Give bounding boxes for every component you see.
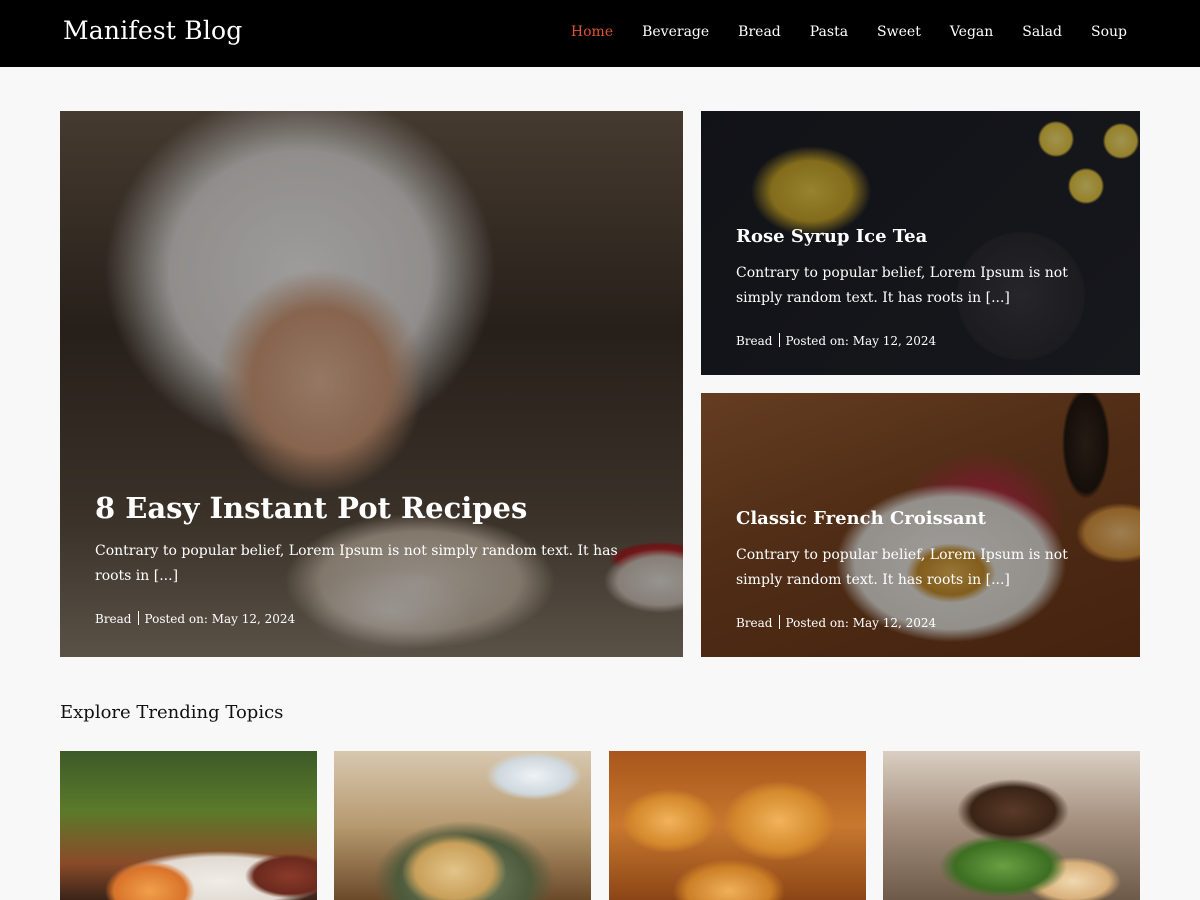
site-title[interactable]: Manifest Blog — [63, 16, 243, 45]
meta-divider — [778, 333, 780, 347]
post-date: Posted on: May 12, 2024 — [785, 616, 937, 630]
nav-item-sweet[interactable]: Sweet — [877, 24, 921, 40]
post-excerpt: Contrary to popular belief, Lorem Ipsum … — [736, 265, 1068, 306]
post-meta: Bread Posted on: May 12, 2024 — [95, 611, 653, 626]
post-category[interactable]: Bread — [736, 334, 773, 348]
post-title[interactable]: Rose Syrup Ice Tea — [736, 226, 1110, 247]
trending-topic-image[interactable] — [334, 751, 591, 900]
site-header: Manifest Blog Home Beverage Bread Pasta … — [0, 0, 1200, 67]
post-meta: Bread Posted on: May 12, 2024 — [736, 333, 1110, 348]
section-title-trending: Explore Trending Topics — [60, 702, 284, 723]
meta-divider — [137, 611, 139, 625]
post-date: Posted on: May 12, 2024 — [785, 334, 937, 348]
post-title[interactable]: Classic French Croissant — [736, 508, 1110, 529]
post-excerpt: Contrary to popular belief, Lorem Ipsum … — [736, 547, 1068, 588]
post-category[interactable]: Bread — [95, 612, 132, 626]
post-meta: Bread Posted on: May 12, 2024 — [736, 615, 1110, 630]
nav-item-pasta[interactable]: Pasta — [810, 24, 848, 40]
trending-topic-image[interactable] — [609, 751, 866, 900]
meta-divider — [778, 615, 780, 629]
nav-item-beverage[interactable]: Beverage — [642, 24, 709, 40]
nav-item-vegan[interactable]: Vegan — [950, 24, 993, 40]
featured-post-card[interactable]: Classic French Croissant Contrary to pop… — [701, 393, 1140, 657]
nav-item-salad[interactable]: Salad — [1022, 24, 1062, 40]
trending-topic-image[interactable] — [883, 751, 1140, 900]
post-date: Posted on: May 12, 2024 — [144, 612, 296, 626]
featured-post-card[interactable]: 8 Easy Instant Pot Recipes Contrary to p… — [60, 111, 683, 657]
featured-post-card[interactable]: Rose Syrup Ice Tea Contrary to popular b… — [701, 111, 1140, 375]
trending-topic-image[interactable] — [60, 751, 317, 900]
main-nav: Home Beverage Bread Pasta Sweet Vegan Sa… — [542, 24, 1127, 40]
nav-item-soup[interactable]: Soup — [1091, 24, 1127, 40]
post-title[interactable]: 8 Easy Instant Pot Recipes — [95, 491, 653, 525]
nav-item-bread[interactable]: Bread — [738, 24, 781, 40]
nav-item-home[interactable]: Home — [571, 24, 613, 40]
post-excerpt: Contrary to popular belief, Lorem Ipsum … — [95, 543, 618, 584]
post-category[interactable]: Bread — [736, 616, 773, 630]
